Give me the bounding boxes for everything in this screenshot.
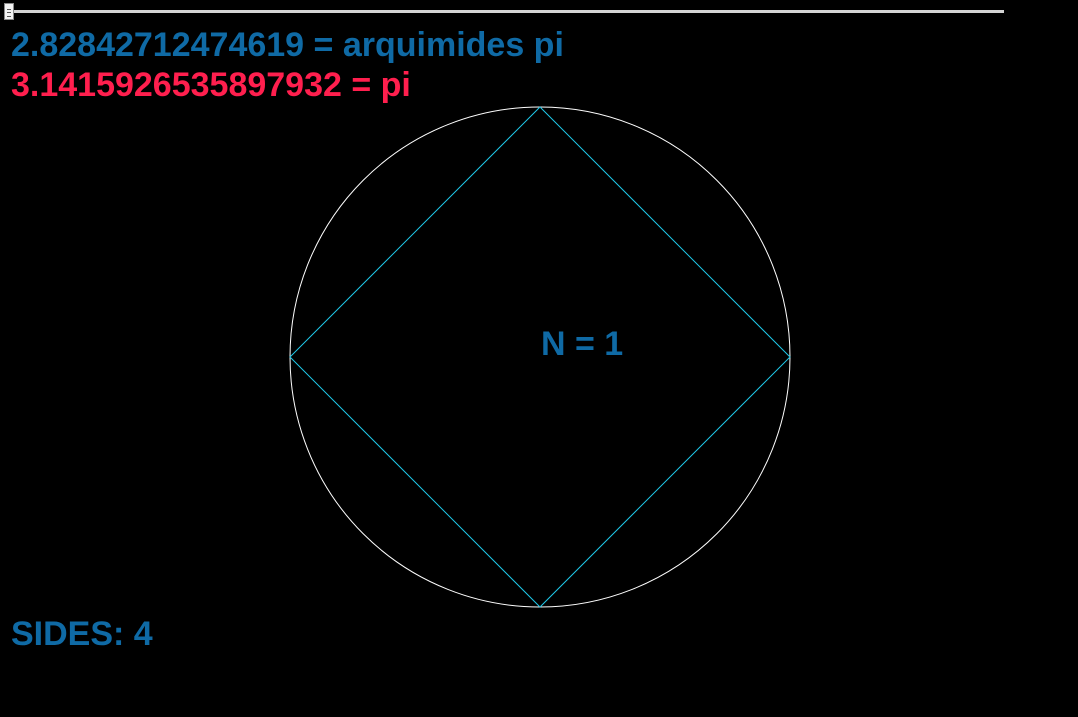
geometry-drawing xyxy=(289,106,791,608)
circle xyxy=(289,106,791,608)
inscribed-polygon xyxy=(289,106,791,608)
sides-label: SIDES: 4 xyxy=(11,615,153,653)
iteration-label: N = 1 xyxy=(541,325,624,363)
canvas-stage: 2.82842712474619 = arquimides pi 3.14159… xyxy=(0,0,1078,717)
